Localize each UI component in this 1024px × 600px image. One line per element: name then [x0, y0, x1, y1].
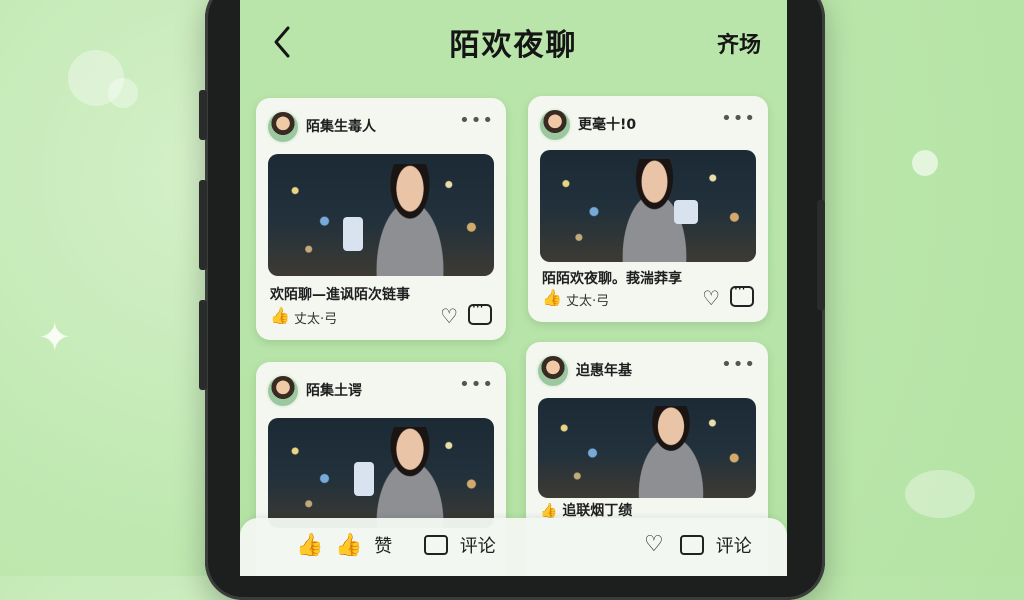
- photo-person: [620, 406, 722, 498]
- post-card[interactable]: 更毫十!0 ••• 陌陌欢夜聊。莪湍莽享 👍 丈太·弓 ♡: [528, 96, 768, 322]
- post-username[interactable]: 迫惠年基: [576, 360, 632, 380]
- more-icon[interactable]: •••: [721, 354, 756, 375]
- post-header: 陌集生毒人 •••: [266, 110, 494, 144]
- photo-person: [358, 163, 463, 276]
- comment-button[interactable]: 评论: [680, 532, 752, 560]
- favorite-button[interactable]: ♡: [644, 532, 670, 560]
- post-footer: 👍 丈太·弓 ♡: [542, 282, 754, 310]
- post-image[interactable]: [540, 150, 756, 262]
- app-screen: 陌欢夜聊 齐场 陌集生毒人 ••• 欢陌聊—進讽陌次链事 👍 丈太·弓 ♡ 更毫…: [240, 0, 787, 576]
- heart-icon[interactable]: ♡: [440, 304, 458, 328]
- more-icon[interactable]: •••: [721, 108, 756, 129]
- phone-side-button: [199, 180, 207, 270]
- phone-side-button: [199, 300, 207, 390]
- post-image[interactable]: [268, 418, 494, 528]
- page-title: 陌欢夜聊: [449, 28, 578, 63]
- bottom-action-bar: 👍 👍 赞 评论 ♡ 评论: [240, 518, 787, 576]
- photo-phone: [673, 200, 698, 225]
- comment-label: 评论: [715, 536, 752, 557]
- comment-icon: [424, 535, 448, 555]
- phone-side-button: [817, 200, 825, 310]
- post-header: 更毫十!0 •••: [538, 108, 756, 142]
- like-count: 丈太·弓: [566, 294, 610, 309]
- sparkle-icon: ✦: [38, 315, 72, 361]
- post-username[interactable]: 更毫十!0: [578, 114, 636, 134]
- post-card[interactable]: 陌集生毒人 ••• 欢陌聊—進讽陌次链事 👍 丈太·弓 ♡: [256, 98, 506, 340]
- post-caption: 陌陌欢夜聊。莪湍莽享: [542, 271, 682, 287]
- post-username[interactable]: 陌集土谔: [306, 380, 362, 400]
- like-button[interactable]: 👍 👍 赞: [296, 532, 392, 560]
- post-caption: 欢陌聊—進讽陌次链事: [270, 287, 410, 303]
- comment-icon[interactable]: [468, 300, 492, 325]
- bg-bubble: [912, 150, 938, 176]
- thumb-up-icon: 👍: [296, 532, 324, 558]
- thumb-up-icon[interactable]: 👍: [540, 503, 557, 519]
- avatar[interactable]: [266, 110, 300, 144]
- post-caption-text: 追联烟丁绩: [562, 503, 633, 519]
- avatar[interactable]: [536, 354, 570, 388]
- post-caption: 👍 追联烟丁绩: [540, 500, 756, 520]
- thumb-up-icon[interactable]: 👍: [542, 288, 562, 307]
- photo-phone: [342, 217, 363, 252]
- thumb-up-icon[interactable]: 👍: [270, 306, 290, 325]
- comment-button[interactable]: 评论: [424, 532, 496, 560]
- app-header: 陌欢夜聊 齐场: [240, 0, 787, 86]
- post-header: 迫惠年基 •••: [536, 354, 756, 388]
- post-username[interactable]: 陌集生毒人: [306, 116, 376, 136]
- post-image[interactable]: [268, 154, 494, 276]
- more-icon[interactable]: •••: [459, 374, 494, 395]
- post-image[interactable]: [538, 398, 756, 498]
- comment-icon: [680, 535, 704, 555]
- heart-icon[interactable]: ♡: [702, 286, 720, 310]
- avatar[interactable]: [266, 374, 300, 408]
- like-label: 赞: [374, 536, 393, 557]
- like-count: 丈太·弓: [294, 312, 338, 327]
- post-header: 陌集土谔 •••: [266, 374, 494, 408]
- post-footer: 👍 丈太·弓 ♡: [270, 300, 492, 328]
- photo-phone: [353, 462, 374, 496]
- heart-icon: ♡: [644, 532, 664, 557]
- photo-person: [358, 426, 463, 528]
- comment-icon[interactable]: [730, 282, 754, 307]
- thumb-up-icon: 👍: [335, 532, 363, 558]
- header-action-button[interactable]: 齐场: [717, 27, 761, 59]
- avatar[interactable]: [538, 108, 572, 142]
- phone-side-button: [199, 90, 207, 140]
- bg-bubble: [905, 470, 975, 518]
- comment-label: 评论: [459, 536, 496, 557]
- more-icon[interactable]: •••: [459, 110, 494, 131]
- bg-bubble: [108, 78, 138, 108]
